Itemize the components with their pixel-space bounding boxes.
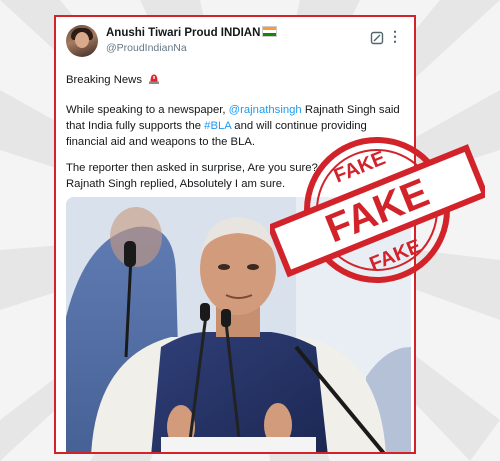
grok-icon[interactable] — [370, 31, 384, 45]
display-name[interactable]: Anushi Tiwari Proud INDIAN — [106, 26, 278, 39]
more-options-icon[interactable]: ⋮ — [388, 29, 402, 47]
mention-link[interactable]: @rajnathsingh — [229, 104, 302, 116]
police-light-icon — [148, 73, 160, 84]
fake-stamp: FAKE FAKE FAKE — [270, 137, 485, 283]
india-flag-icon — [262, 26, 278, 37]
tweet-header: Anushi Tiwari Proud INDIAN @ProudIndianN… — [66, 25, 406, 61]
avatar[interactable] — [66, 25, 98, 57]
tweet-heading: Breaking News — [66, 72, 406, 88]
hashtag-link[interactable]: #BLA — [204, 120, 231, 132]
user-handle[interactable]: @ProudIndianNa — [106, 42, 187, 54]
